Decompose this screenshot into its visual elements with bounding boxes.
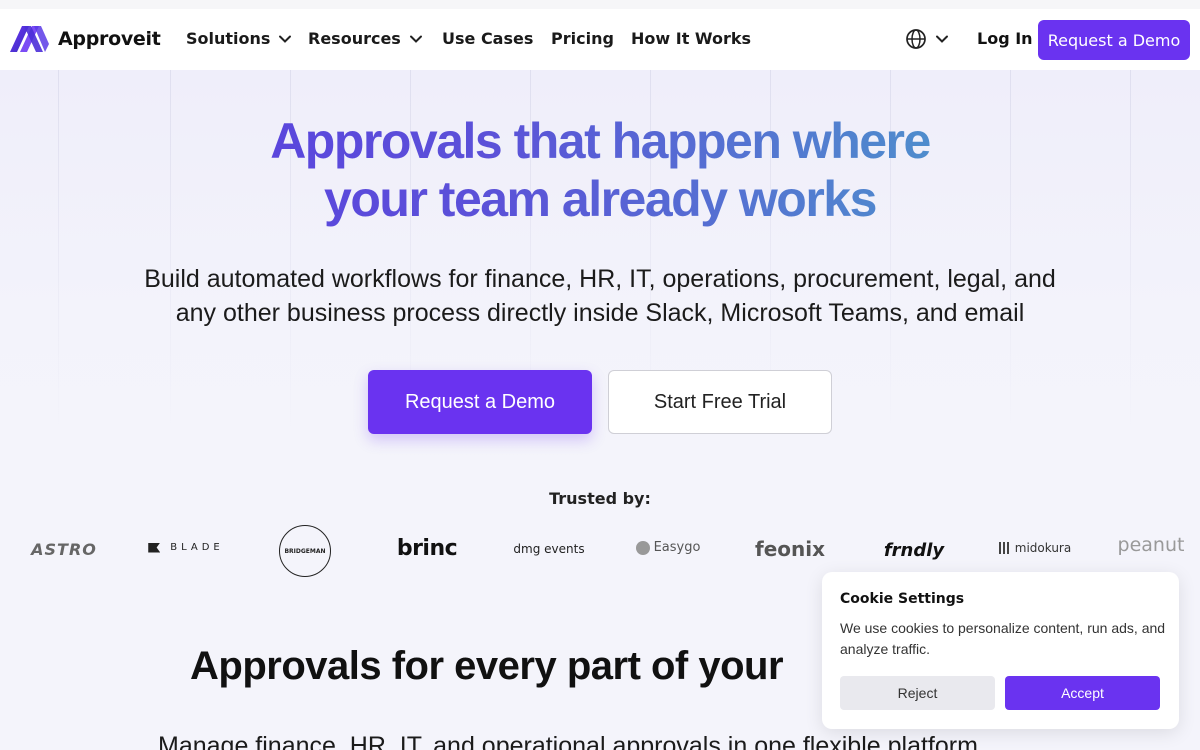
approveit-logo-icon xyxy=(10,26,49,52)
section-title: Approvals for every part of your xyxy=(190,644,784,688)
logo-peanut: peanut xyxy=(1117,534,1185,556)
hero-headline-line2: your team already works xyxy=(324,171,876,227)
trusted-by-label: Trusted by: xyxy=(549,489,651,508)
nav-how-it-works-label: How It Works xyxy=(631,29,752,48)
nav-pricing[interactable]: Pricing xyxy=(551,29,614,48)
start-free-trial-button[interactable]: Start Free Trial xyxy=(608,370,832,434)
hero-subhead-line1: Build automated workflows for finance, H… xyxy=(144,265,1056,293)
section-subtitle: Manage finance, HR, IT, and operational … xyxy=(158,732,978,750)
hero-subheadline: Build automated workflows for finance, H… xyxy=(60,262,1140,330)
nav-use-cases-label: Use Cases xyxy=(442,29,534,48)
hero-subhead-line2: any other business process directly insi… xyxy=(175,299,1025,327)
customer-logos: ASTRO BLADE BRIDGEMAN brinc dmg events E… xyxy=(0,520,1200,580)
chevron-down-icon xyxy=(409,35,422,43)
nav-solutions[interactable]: Solutions xyxy=(186,29,292,48)
nav-use-cases[interactable]: Use Cases xyxy=(442,29,533,48)
globe-icon xyxy=(906,29,926,49)
brand-name: Approveit xyxy=(58,28,161,50)
logo-frndly: frndly xyxy=(883,540,945,561)
midokura-mark-icon xyxy=(998,542,1011,554)
top-navigation: Approveit Solutions Resources Use Cases … xyxy=(0,0,1200,70)
nav-solutions-label: Solutions xyxy=(186,29,271,48)
blade-mark-icon xyxy=(148,542,161,553)
logo-midokura-label: midokura xyxy=(1014,541,1072,555)
logo-brinc: brinc xyxy=(396,536,458,561)
cookie-accept-button[interactable]: Accept xyxy=(1005,676,1160,710)
cookie-title: Cookie Settings xyxy=(840,591,965,607)
logo-easygo: Easygo xyxy=(632,540,704,555)
easygo-mark-icon xyxy=(635,540,650,555)
cookie-reject-button[interactable]: Reject xyxy=(840,676,995,710)
hero-headline: Approvals that happen where your team al… xyxy=(100,112,1100,228)
hero-headline-line1: Approvals that happen where xyxy=(270,113,930,169)
logo-easygo-label: Easygo xyxy=(653,540,701,555)
login-link[interactable]: Log In xyxy=(977,29,1033,48)
brand-logo[interactable]: Approveit xyxy=(10,24,161,54)
logo-bridgeman: BRIDGEMAN xyxy=(279,525,331,577)
logo-dmg-events: dmg events xyxy=(513,542,585,556)
nav-resources[interactable]: Resources xyxy=(308,29,423,48)
logo-midokura: midokura xyxy=(996,541,1074,555)
chevron-down-icon xyxy=(279,35,292,43)
logo-feonix: feonix xyxy=(755,537,825,561)
logo-astro: ASTRO xyxy=(31,540,97,559)
language-selector[interactable] xyxy=(905,28,949,50)
request-demo-nav-button[interactable]: Request a Demo xyxy=(1038,20,1190,60)
logo-blade: BLADE xyxy=(143,542,229,553)
cookie-settings-dialog: Cookie Settings We use cookies to person… xyxy=(822,572,1179,729)
cookie-message: We use cookies to personalize content, r… xyxy=(840,620,1166,657)
nav-pricing-label: Pricing xyxy=(551,29,614,48)
grid-line xyxy=(58,70,59,430)
chevron-down-icon xyxy=(936,35,948,43)
nav-resources-label: Resources xyxy=(308,29,401,48)
request-demo-button[interactable]: Request a Demo xyxy=(368,370,592,434)
logo-blade-label: BLADE xyxy=(170,542,224,553)
nav-how-it-works[interactable]: How It Works xyxy=(631,29,751,48)
grid-line xyxy=(1130,70,1131,430)
